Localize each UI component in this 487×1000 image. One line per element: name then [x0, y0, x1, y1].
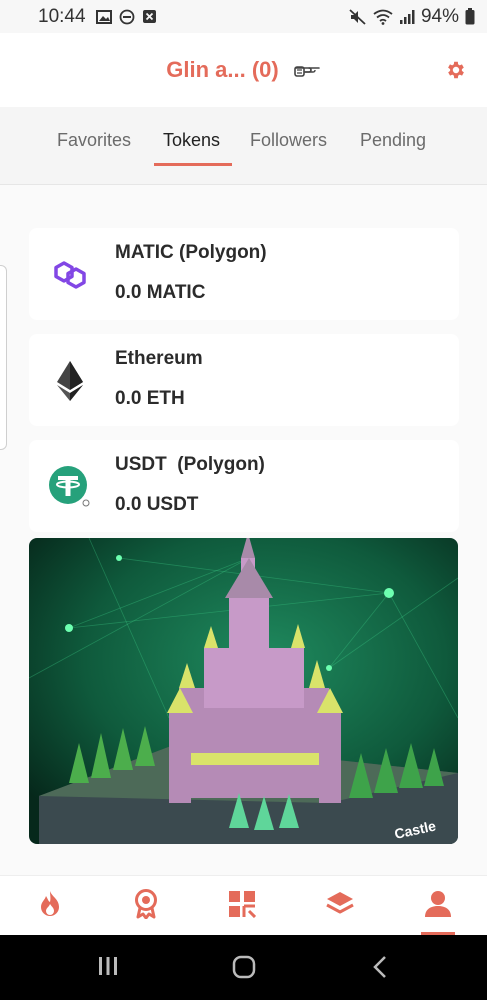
token-card-matic[interactable]: MATIC (Polygon) 0.0 MATIC: [29, 228, 459, 320]
token-card-usdt[interactable]: USDT (Polygon) 0.0 USDT: [29, 440, 459, 532]
token-card-ethereum[interactable]: Ethereum 0.0 ETH: [29, 334, 459, 426]
battery-percent: 94%: [420, 5, 459, 27]
mute-icon: [349, 8, 366, 25]
ethereum-icon: [47, 358, 93, 404]
gear-icon[interactable]: [445, 59, 467, 81]
castle-nft-banner[interactable]: Castle: [29, 538, 458, 844]
side-drawer-handle[interactable]: [0, 265, 7, 450]
wallet-title[interactable]: Glin a... (0): [166, 57, 278, 83]
wifi-icon: [373, 9, 393, 25]
system-navigation-bar: [0, 935, 487, 1000]
token-balance: 0.0 ETH: [115, 388, 185, 409]
tab-tokens[interactable]: Tokens: [163, 130, 220, 151]
polygon-icon: [47, 252, 93, 298]
status-time: 10:44: [38, 5, 86, 27]
profile-icon[interactable]: [420, 886, 456, 922]
recents-button[interactable]: [97, 955, 119, 977]
signal-icon: [399, 9, 415, 24]
active-tab-indicator: [154, 163, 232, 166]
pointing-hand-icon[interactable]: [293, 62, 321, 78]
token-name: USDT (Polygon): [115, 454, 265, 475]
flame-icon[interactable]: [32, 886, 68, 922]
battery-icon: [465, 8, 475, 25]
status-bar: 10:44 94%: [0, 0, 487, 33]
tab-pending[interactable]: Pending: [360, 130, 426, 151]
tether-icon: [47, 464, 93, 510]
grid-icon[interactable]: [224, 886, 260, 922]
token-balance: 0.0 MATIC: [115, 282, 206, 303]
dnd-icon: [119, 9, 134, 24]
bottom-navigation: [0, 875, 487, 935]
back-button[interactable]: [372, 955, 388, 979]
token-balance: 0.0 USDT: [115, 494, 199, 515]
tab-favorites[interactable]: Favorites: [57, 130, 131, 151]
badge-icon[interactable]: [128, 886, 164, 922]
tab-followers[interactable]: Followers: [250, 130, 327, 151]
image-icon: [95, 9, 112, 24]
tab-bar: Favorites Tokens Followers Pending: [0, 107, 487, 185]
token-name: Ethereum: [115, 348, 203, 369]
layers-icon[interactable]: [322, 886, 358, 922]
home-button[interactable]: [232, 955, 256, 979]
token-name: MATIC (Polygon): [115, 242, 267, 263]
app-header: Glin a... (0): [0, 33, 487, 107]
close-box-icon: [142, 10, 156, 23]
